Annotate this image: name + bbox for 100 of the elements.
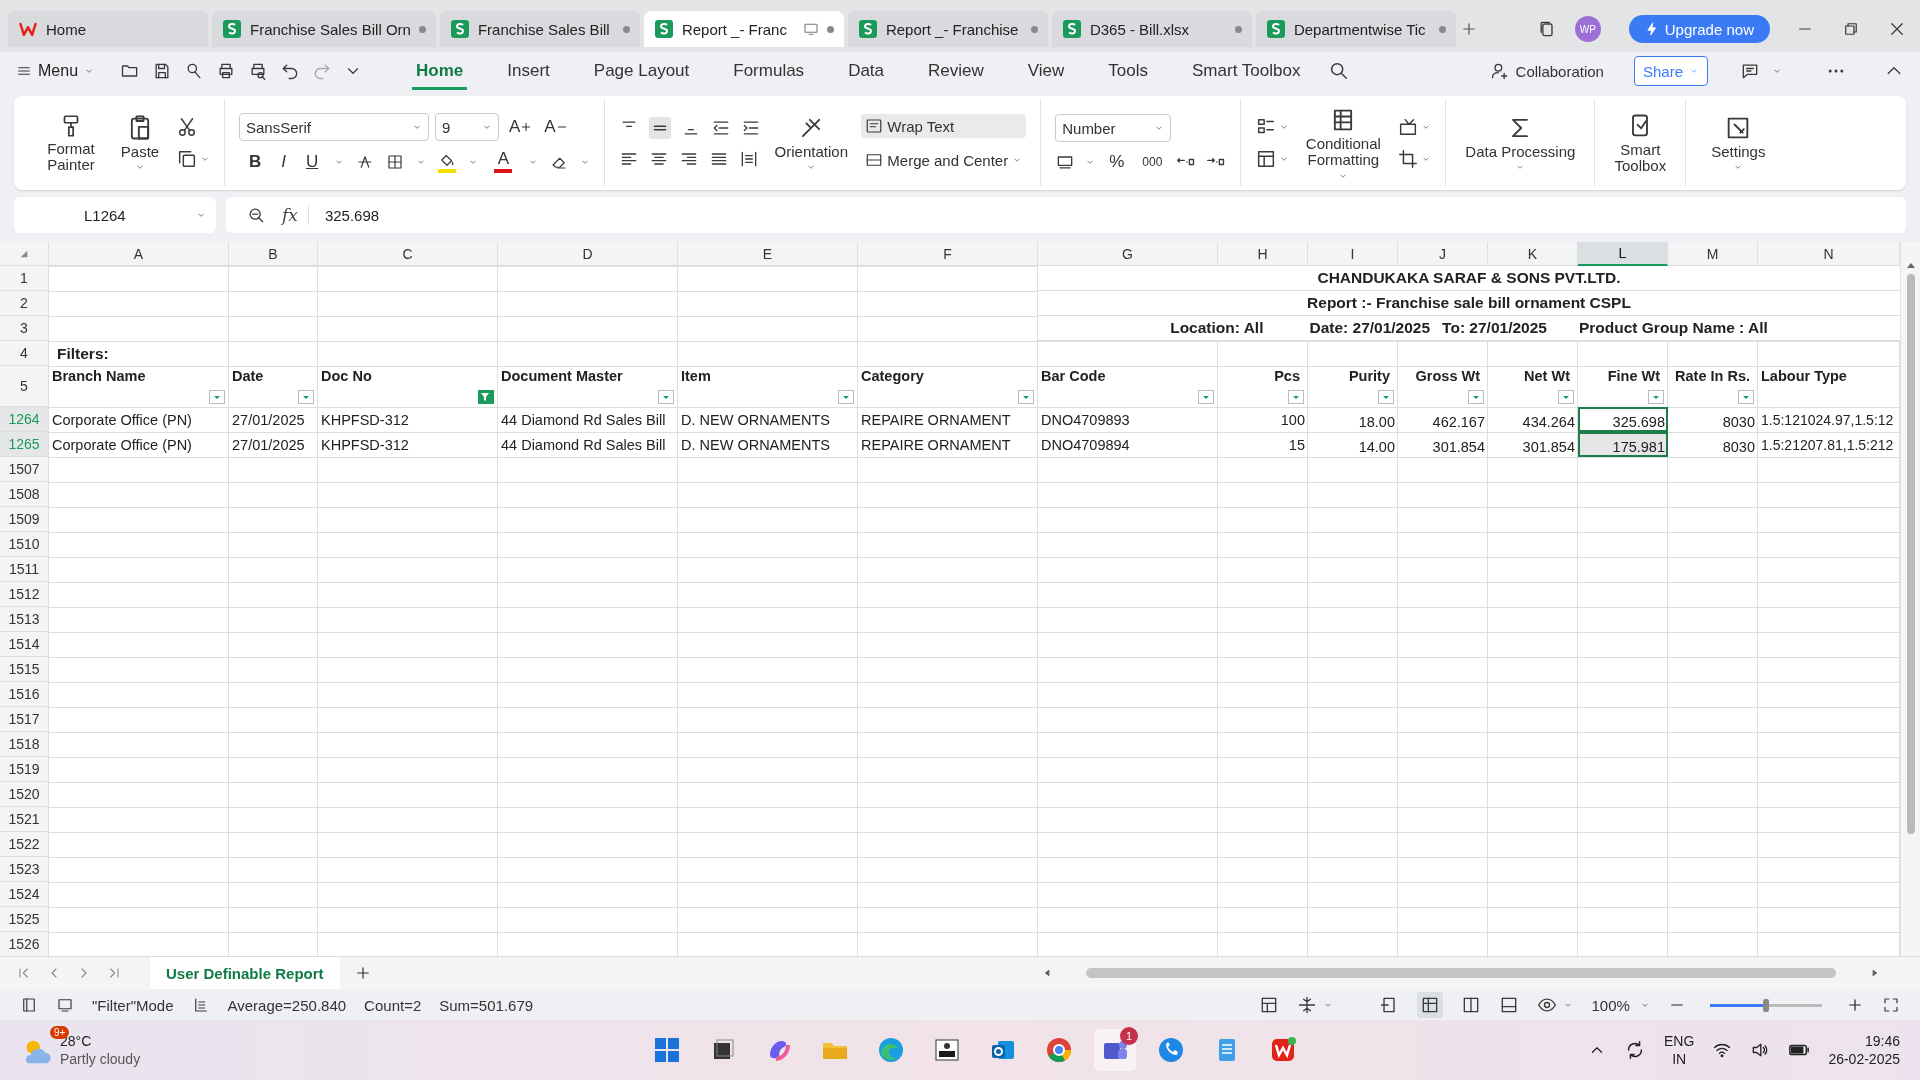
crop-icon[interactable] [1397,148,1420,170]
number-format-select[interactable]: Number [1055,114,1172,142]
font-color-button[interactable]: A [490,151,517,173]
row-header[interactable]: 2 [0,291,49,316]
phone-icon[interactable] [1156,1035,1186,1065]
font-size-select[interactable]: 9 [435,113,499,141]
dot-icon[interactable] [826,25,834,33]
menu-button[interactable]: Menu [16,62,95,80]
smart-toolbox-button[interactable]: Smart Toolbox [1609,109,1672,177]
data-processing-button[interactable]: Data Processing [1460,111,1581,175]
cut-icon[interactable] [176,116,198,138]
document-tab[interactable]: Home [8,11,208,47]
row-header[interactable]: 1518 [0,732,49,757]
row-header[interactable]: 1515 [0,657,49,682]
filter-dropdown-icon[interactable] [1018,390,1034,404]
row-header[interactable]: 1521 [0,807,49,832]
zoom-select[interactable]: 100% [1591,996,1650,1014]
ribbon-tab[interactable]: Page Layout [589,52,694,90]
chrome-icon[interactable] [1044,1035,1074,1065]
avatar[interactable]: WP [1574,16,1601,42]
filter-dropdown-icon[interactable] [298,390,314,404]
paste-button[interactable]: Paste [112,111,168,175]
filter-dropdown-icon[interactable] [1468,390,1484,404]
shrink-font-button[interactable]: A [540,117,570,137]
column-header[interactable]: A [49,242,229,266]
column-header[interactable]: H [1218,242,1308,266]
ribbon-tab[interactable]: Review [924,52,988,90]
filter-dropdown-icon[interactable] [1738,390,1754,404]
sheet-tab[interactable]: User Definable Report [150,957,340,989]
horizontal-scrollbar[interactable] [1086,968,1836,978]
document-tab[interactable]: Franchise Sales Bill Orn [212,11,436,47]
copy-icon[interactable] [176,148,198,170]
row-header[interactable]: 1520 [0,782,49,807]
fullscreen-icon[interactable] [1882,996,1900,1014]
formula-field[interactable]: 325.698 [324,206,380,224]
row-header[interactable]: 1519 [0,757,49,782]
filter-dropdown-icon[interactable] [1558,390,1574,404]
column-header[interactable]: J [1398,242,1488,266]
function-label[interactable]: fx [282,205,309,225]
filter-dropdown-icon[interactable] [838,390,854,404]
scroll-up-icon[interactable] [1906,262,1915,268]
row-header[interactable]: 1523 [0,857,49,882]
ribbon-tab[interactable]: Data [844,52,889,90]
conditional-formatting-button[interactable]: Conditional Formatting [1297,103,1390,183]
format-painter-button[interactable]: Format Painter [38,110,104,176]
ribbon-tab[interactable]: Insert [503,52,554,90]
filter-dropdown-icon[interactable] [1378,390,1394,404]
zoom-in-icon[interactable] [1846,996,1864,1014]
document-tab[interactable]: Franchise Sales Bill [439,11,640,47]
row-header[interactable]: 1526 [0,932,49,956]
column-header[interactable]: N [1758,242,1900,266]
dot-icon[interactable] [622,25,630,33]
row-header[interactable]: 1525 [0,907,49,932]
filter-dropdown-icon[interactable] [1288,390,1304,404]
borders-icon[interactable] [386,153,405,171]
name-box[interactable]: L1264 [14,197,216,233]
dot-icon[interactable] [418,25,426,33]
merge-and-center-button[interactable]: Merge and Center [861,148,1027,172]
dot-icon[interactable] [1438,25,1446,33]
column-header[interactable]: L [1578,242,1668,266]
column-header[interactable]: C [318,242,498,266]
orientation-button[interactable]: Orientation [769,111,854,175]
row-header[interactable]: 1517 [0,707,49,732]
vertical-scrollbar[interactable] [1900,242,1920,956]
ribbon-tab[interactable]: Home [412,52,468,90]
row-header[interactable]: 1510 [0,532,49,557]
dot-icon[interactable] [1234,25,1242,33]
row-header[interactable]: 1507 [0,457,49,482]
windows-start-icon[interactable] [652,1035,682,1065]
scroll-right-icon[interactable] [1870,968,1880,978]
document-tab[interactable]: Report _- Franchise [847,11,1048,47]
grow-font-button[interactable]: A [505,117,535,137]
share-button[interactable]: Share [1633,56,1708,86]
column-header[interactable]: E [678,242,858,266]
column-header[interactable]: I [1308,242,1398,266]
row-header[interactable]: 1511 [0,557,49,582]
row-header[interactable]: 1 [0,266,49,291]
scroll-left-icon[interactable] [1042,968,1052,978]
settings-button[interactable]: Settings [1700,111,1777,175]
italic-button[interactable]: I [277,152,290,172]
document-tab[interactable]: Departmentwise Tic [1255,11,1456,47]
language-indicator[interactable]: ENG IN [1664,1032,1695,1068]
restore-icon[interactable] [1842,20,1860,38]
row-header[interactable]: 3 [0,316,49,341]
column-header[interactable]: D [498,242,678,266]
underline-button[interactable]: U [302,152,323,172]
ribbon-tab[interactable]: View [1023,52,1069,90]
document-tab[interactable]: D365 - Bill.xlsx [1051,11,1252,47]
row-header[interactable]: 4 [0,341,49,366]
column-header[interactable]: G [1038,242,1218,266]
font-select[interactable]: SansSerif [239,113,429,141]
filter-dropdown-icon[interactable] [1648,390,1664,404]
column-header[interactable]: B [229,242,318,266]
upgrade-button[interactable]: Upgrade now [1628,15,1770,43]
sheet-view-icon[interactable] [20,996,38,1014]
column-header[interactable]: F [858,242,1038,266]
row-header[interactable]: 5 [0,366,49,407]
row-header[interactable]: 1513 [0,607,49,632]
dot-icon[interactable] [1030,25,1038,33]
column-header[interactable]: M [1668,242,1758,266]
